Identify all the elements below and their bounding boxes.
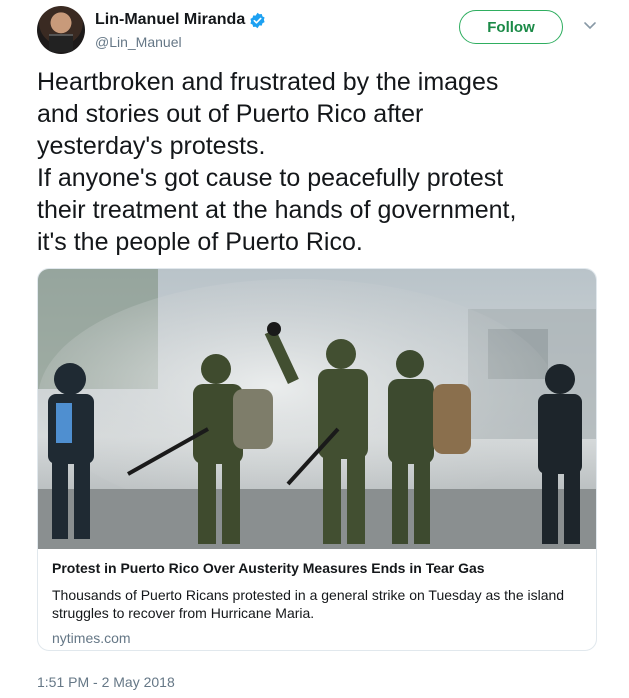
tweet-text: Heartbroken and frustrated by the images… — [37, 68, 517, 256]
follow-button[interactable]: Follow — [459, 10, 563, 44]
card-body: Protest in Puerto Rico Over Austerity Me… — [52, 559, 582, 646]
card-title[interactable]: Protest in Puerto Rico Over Austerity Me… — [52, 559, 582, 577]
card-image[interactable] — [38, 269, 596, 549]
author-name-row: Lin-Manuel Miranda — [95, 11, 266, 29]
link-card[interactable]: Protest in Puerto Rico Over Austerity Me… — [37, 268, 597, 651]
author-handle[interactable]: @Lin_Manuel — [95, 34, 182, 50]
verified-badge-icon — [250, 12, 265, 28]
tweet-timestamp[interactable]: 1:51 PM - 2 May 2018 — [37, 674, 175, 690]
tweet-header: Lin-Manuel Miranda @Lin_Manuel Follow — [37, 6, 607, 54]
card-description: Thousands of Puerto Ricans protested in … — [52, 587, 565, 621]
author-name[interactable]: Lin-Manuel Miranda — [95, 11, 245, 29]
avatar[interactable] — [37, 6, 85, 54]
card-domain[interactable]: nytimes.com — [52, 630, 582, 646]
chevron-down-icon[interactable] — [583, 18, 597, 32]
